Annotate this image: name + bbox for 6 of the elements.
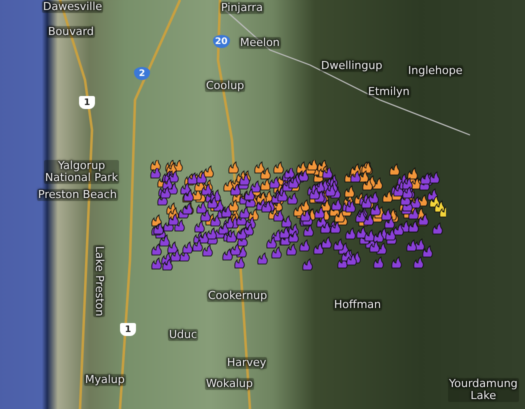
route-shield: 1	[120, 323, 136, 336]
satellite-map[interactable]: Dawesville Pinjarra Bouvard Meelon Dwellingup Inglehope Coolup Etmilyn Yalgorup National Park Preston Beach Cookernup Hoffman Uduc Harvey Myalup Wokalup Yourdamung Lake Lake Preston 2 20 1 1	[0, 0, 525, 409]
route-shield: 1	[79, 96, 95, 109]
route-shield: 20	[213, 35, 230, 48]
place-label: Yalgorup National Park	[44, 160, 120, 184]
route-shield: 2	[134, 67, 150, 80]
